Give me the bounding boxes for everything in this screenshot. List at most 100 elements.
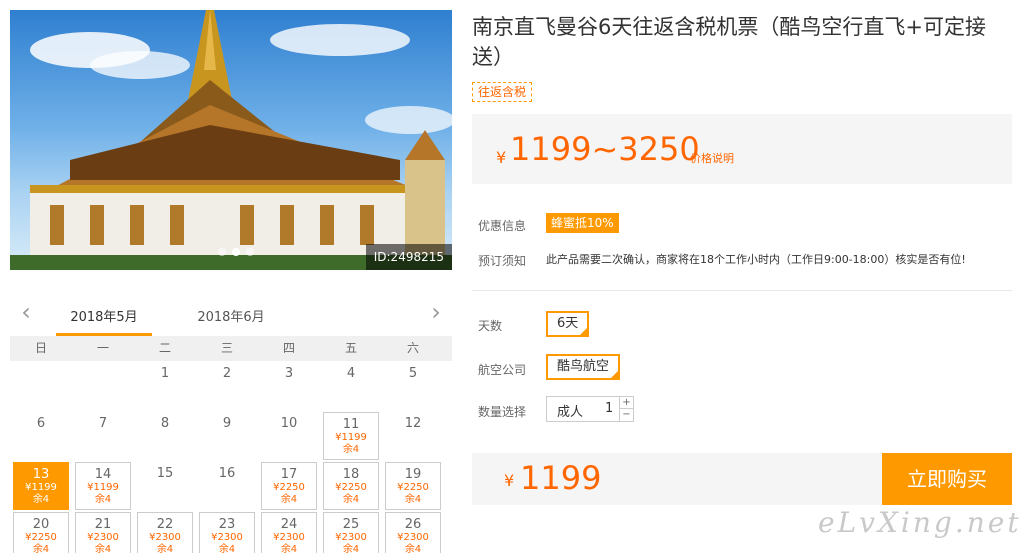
increment-button[interactable]: + (620, 397, 633, 409)
day-price: ¥2300 (397, 532, 429, 543)
day-price: ¥2300 (273, 532, 305, 543)
day-number: 10 (280, 416, 298, 431)
day-number: 2 (222, 366, 232, 381)
day-price: ¥1199 (335, 432, 367, 443)
airline-option-button[interactable]: 酷鸟航空 (546, 354, 621, 380)
day-remaining: 余4 (94, 494, 112, 505)
day-number: 7 (98, 416, 108, 431)
quantity-type: 成人 (557, 405, 584, 420)
product-page: ID:2498215 ‹ 2018年5月 2018年6月 › 日 一 二 三 四… (0, 0, 1024, 553)
day-remaining: 余4 (404, 494, 422, 505)
day-price: ¥2250 (273, 482, 305, 493)
prev-month-chevron-icon[interactable]: ‹ (14, 300, 38, 326)
calendar-day (72, 361, 134, 411)
day-remaining: 余4 (342, 544, 360, 553)
quantity-stepper[interactable]: 成人 1 + − (546, 396, 634, 422)
calendar-day[interactable]: 24 ¥2300 余4 (261, 512, 317, 553)
day-number: 5 (408, 366, 418, 381)
product-photo[interactable]: ID:2498215 (10, 10, 452, 270)
day-price: ¥1199 (87, 482, 119, 493)
weekday-label: 三 (220, 341, 233, 355)
departure-calendar: ‹ 2018年5月 2018年6月 › 日 一 二 三 四 五 六 123456… (10, 296, 452, 553)
tab-month-may[interactable]: 2018年5月 (56, 306, 152, 336)
currency-symbol: ¥ (496, 148, 507, 167)
day-remaining: 余4 (342, 494, 360, 505)
calendar-day[interactable]: 18 ¥2250 余4 (323, 462, 379, 510)
day-price: ¥1199 (25, 482, 57, 493)
day-remaining: 余4 (156, 544, 174, 553)
day-number: 13 (32, 467, 50, 482)
temple-illustration (10, 10, 452, 270)
total-price: 1199 (520, 459, 602, 497)
days-label: 天数 (478, 319, 503, 333)
weekday-label: 日 (34, 341, 47, 355)
calendar-day: 12 (382, 411, 444, 461)
day-number: 12 (404, 416, 422, 431)
promo-badge: 蜂蜜抵10% (546, 213, 619, 233)
weekday-label: 四 (282, 341, 295, 355)
calendar-day[interactable]: 14 ¥1199 余4 (75, 462, 131, 510)
price-explain-link[interactable]: 价格说明 (690, 150, 734, 166)
carousel-dot-active[interactable] (232, 248, 240, 256)
calendar-day: 7 (72, 411, 134, 461)
day-price: ¥2250 (397, 482, 429, 493)
day-number: 6 (36, 416, 46, 431)
weekday-label: 六 (406, 341, 419, 355)
calendar-day: 2 (196, 361, 258, 411)
day-price: ¥2300 (87, 532, 119, 543)
decrement-button[interactable]: − (620, 409, 633, 421)
day-number: 15 (156, 466, 174, 481)
total-currency: ¥ (504, 471, 515, 490)
weekday-label: 一 (96, 341, 109, 355)
calendar-day[interactable]: 21 ¥2300 余4 (75, 512, 131, 553)
day-remaining: 余4 (280, 544, 298, 553)
calendar-day: 9 (196, 411, 258, 461)
notice-label: 预订须知 (478, 254, 527, 268)
divider (472, 290, 1012, 291)
quantity-value[interactable]: 1 (605, 401, 613, 416)
calendar-day-selected[interactable]: 13 ¥1199 余4 (13, 462, 69, 510)
carousel-dots (218, 248, 254, 256)
weekday-label: 五 (344, 341, 357, 355)
calendar-day[interactable]: 17 ¥2250 余4 (261, 462, 317, 510)
day-price: ¥2300 (211, 532, 243, 543)
day-remaining: 余4 (280, 494, 298, 505)
day-number: 21 (94, 517, 112, 532)
quantity-label: 数量选择 (478, 405, 527, 419)
day-number: 14 (94, 467, 112, 482)
calendar-day[interactable]: 22 ¥2300 余4 (137, 512, 193, 553)
calendar-day[interactable]: 26 ¥2300 余4 (385, 512, 441, 553)
day-price: ¥2250 (335, 482, 367, 493)
tax-tag: 往返含税 (472, 82, 533, 102)
day-number: 9 (222, 416, 232, 431)
calendar-day[interactable]: 25 ¥2300 余4 (323, 512, 379, 553)
day-remaining: 余4 (32, 544, 50, 553)
airline-label: 航空公司 (478, 363, 527, 377)
tab-month-june[interactable]: 2018年6月 (186, 306, 276, 336)
day-number: 8 (160, 416, 170, 431)
next-month-chevron-icon[interactable]: › (424, 300, 448, 326)
weekday-header: 日 一 二 三 四 五 六 (10, 336, 452, 361)
carousel-dot[interactable] (218, 248, 226, 256)
calendar-day[interactable]: 23 ¥2300 余4 (199, 512, 255, 553)
calendar-day[interactable]: 19 ¥2250 余4 (385, 462, 441, 510)
calendar-day: 3 (258, 361, 320, 411)
calendar-header: ‹ 2018年5月 2018年6月 › (10, 296, 452, 336)
days-option-button[interactable]: 6天 (546, 311, 590, 337)
carousel-dot[interactable] (246, 248, 254, 256)
calendar-day[interactable]: 11 ¥1199 余4 (323, 412, 379, 460)
calendar-day: 15 (134, 461, 196, 511)
calendar-day: 5 (382, 361, 444, 411)
day-number: 11 (342, 417, 360, 432)
day-number: 20 (32, 517, 50, 532)
calendar-grid: 1 2 3 4 5 6 7 8 9 10 11 ¥1199 余4 12 13 ¥1199 余4 14 ¥1199 余4… (10, 361, 452, 553)
calendar-day: 4 (320, 361, 382, 411)
day-price: ¥2300 (335, 532, 367, 543)
calendar-day: 16 (196, 461, 258, 511)
day-remaining: 余4 (32, 494, 50, 505)
day-remaining: 余4 (342, 444, 360, 455)
buy-now-button[interactable]: 立即购买 (882, 453, 1012, 505)
weekday-label: 二 (158, 341, 171, 355)
calendar-day[interactable]: 20 ¥2250 余4 (13, 512, 69, 553)
day-number: 17 (280, 467, 298, 482)
